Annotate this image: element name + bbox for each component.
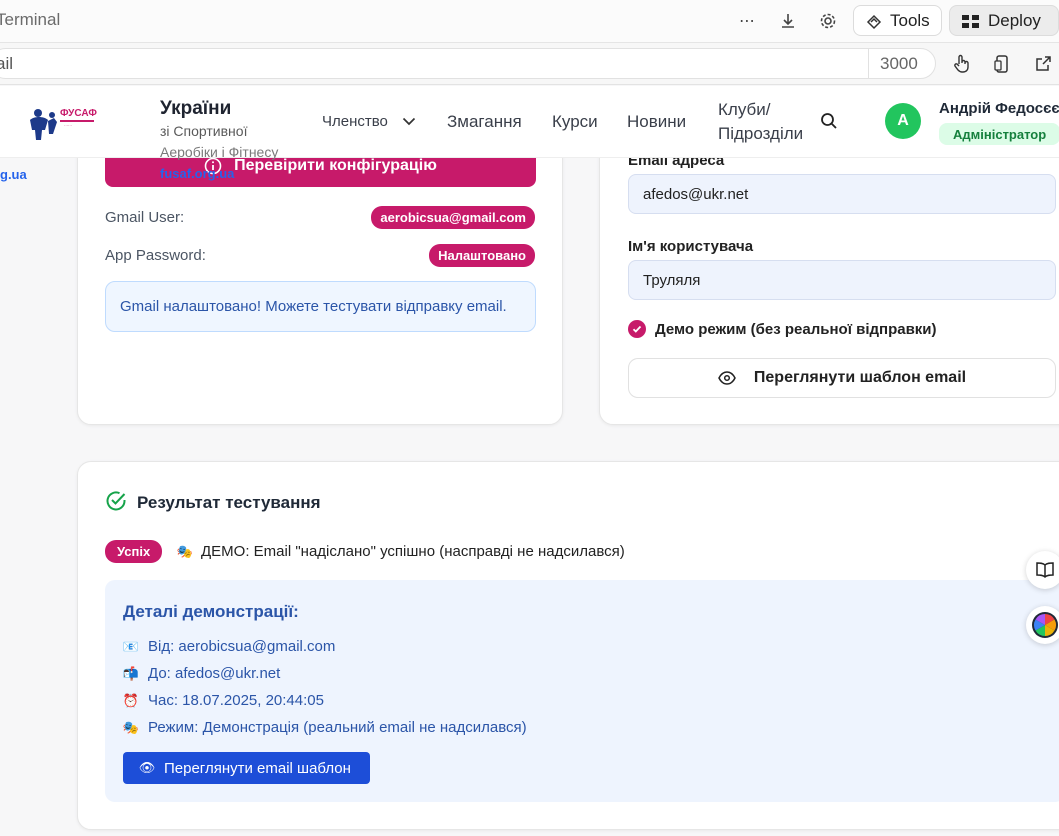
book-icon — [1036, 562, 1054, 579]
docs-book-button[interactable] — [1026, 551, 1059, 589]
email-address-input[interactable]: afedos@ukr.net — [628, 174, 1056, 214]
brand-subtitle-2: Аеробіки і Фітнесу — [160, 144, 279, 160]
username-label: Ім'я користувача — [628, 238, 754, 255]
gmail-user-badge: aerobicsua@gmail.com — [371, 206, 535, 229]
detail-time: ⏰ Час: 18.07.2025, 20:44:05 — [123, 692, 324, 709]
eye-icon — [718, 371, 736, 385]
settings-gear-icon[interactable] — [815, 8, 841, 34]
nav-clubs[interactable]: Клуби/ Підрозділи — [718, 98, 803, 146]
check-icon — [632, 325, 642, 333]
test-email-card: Email адреса afedos@ukr.net Ім'я користу… — [599, 120, 1059, 425]
demo-mode-checkbox[interactable] — [628, 320, 646, 338]
detail-from: 📧 Від: aerobicsua@gmail.com — [123, 638, 335, 655]
url-input[interactable] — [0, 48, 936, 79]
preview-template-label: Переглянути шаблон email — [753, 369, 967, 386]
nav-competitions[interactable]: Змагання — [447, 112, 522, 132]
email-from-icon: 📧 — [122, 638, 140, 654]
view-email-template-button[interactable]: 👁 Переглянути email шаблон — [123, 752, 370, 784]
download-icon[interactable] — [775, 8, 801, 34]
user-name[interactable]: Андрій Федосєєв — [939, 100, 1059, 117]
nav-membership-label: Членство — [322, 113, 388, 130]
success-badge: Успіх — [105, 540, 163, 563]
result-title: Результат тестування — [137, 493, 321, 512]
url-divider — [868, 49, 869, 79]
ide-title: Terminal — [0, 10, 61, 29]
nav-clubs-line2: Підрозділи — [718, 124, 804, 143]
deploy-label: Deploy — [988, 10, 1041, 30]
nav-clubs-line1: Клуби/ — [718, 100, 771, 119]
more-icon[interactable]: ⋯ — [734, 8, 760, 34]
detail-to-text: До: afedos@ukr.net — [148, 665, 281, 682]
deploy-button[interactable]: Deploy — [949, 5, 1059, 36]
url-text: ail — [0, 54, 14, 73]
result-status-row: 🎭 ДЕМО: Email "надіслано" успішно (наспр… — [177, 543, 625, 560]
left-fragment-link[interactable]: g.ua — [0, 167, 27, 182]
nav-news[interactable]: Новини — [627, 112, 686, 132]
avatar-letter: А — [897, 112, 909, 129]
gmail-user-label: Gmail User: — [105, 209, 185, 226]
email-address-value: afedos@ukr.net — [643, 185, 749, 203]
role-badge: Адміністратор — [939, 123, 1059, 145]
theater-masks-icon: 🎭 — [176, 543, 194, 559]
open-external-icon[interactable] — [1030, 51, 1056, 77]
color-palette-button[interactable] — [1026, 606, 1059, 644]
pointer-hand-icon[interactable] — [949, 51, 975, 77]
test-result-card: Результат тестування Успіх 🎭 ДЕМО: Email… — [77, 461, 1059, 830]
port-number[interactable]: 3000 — [880, 54, 918, 74]
brand-subtitle-1: зі Спортивної — [160, 123, 248, 139]
preview-template-button[interactable]: Переглянути шаблон email — [628, 358, 1056, 398]
eye-icon: 👁 — [138, 760, 156, 775]
fusaf-logo-icon[interactable]: ФУСАФ ······ — [26, 104, 98, 144]
alarm-clock-icon: ⏰ — [122, 692, 140, 708]
app-password-badge: Налаштовано — [429, 244, 535, 267]
gmail-status-text: Gmail налаштовано! Можете тестувати відп… — [120, 298, 507, 315]
result-status-message: ДЕМО: Email "надіслано" успішно (насправ… — [201, 543, 625, 560]
detail-mode: 🎭 Режим: Демонстрація (реальний email не… — [123, 719, 527, 736]
mailbox-icon: 📬 — [122, 665, 140, 681]
search-icon[interactable] — [820, 112, 838, 130]
detail-time-text: Час: 18.07.2025, 20:44:05 — [148, 692, 324, 709]
chevron-down-icon — [402, 117, 415, 126]
brand-link[interactable]: fusaf.org.ua — [160, 166, 234, 181]
theater-masks-icon: 🎭 — [122, 719, 140, 735]
demo-details-panel: Деталі демонстрації: 📧 Від: aerobicsua@g… — [105, 580, 1059, 802]
color-wheel-icon — [1032, 612, 1058, 638]
username-value: Труляля — [643, 271, 701, 289]
detail-to: 📬 До: afedos@ukr.net — [123, 665, 280, 682]
tools-label: Tools — [890, 10, 930, 30]
demo-mode-checkbox-row[interactable]: Демо режим (без реальної відправки) — [628, 320, 937, 338]
nav-courses[interactable]: Курси — [552, 112, 598, 132]
gmail-config-card: Перевірити конфігурацію Gmail User: aero… — [77, 120, 563, 425]
tools-icon — [866, 14, 882, 29]
detail-mode-text: Режим: Демонстрація (реальний email не н… — [148, 719, 527, 736]
gmail-status-info: Gmail налаштовано! Можете тестувати відп… — [105, 281, 536, 332]
app-password-label: App Password: — [105, 247, 206, 264]
ide-toolbar: Terminal ⋯ Tools Deploy — [0, 0, 1059, 43]
user-avatar[interactable]: А — [885, 103, 921, 139]
brand-title: України — [160, 98, 232, 119]
nav-membership[interactable]: Членство — [322, 113, 416, 130]
details-title: Деталі демонстрації: — [123, 602, 299, 621]
detail-from-text: Від: aerobicsua@gmail.com — [148, 638, 336, 655]
site-navbar: ФУСАФ ······ України зі Спортивної Членс… — [0, 86, 1059, 158]
username-input[interactable]: Труляля — [628, 260, 1056, 300]
browser-url-bar: ail 3000 — [0, 43, 1059, 85]
device-toggle-icon[interactable] — [989, 51, 1015, 77]
deploy-icon — [962, 14, 979, 28]
demo-mode-label: Демо режим (без реальної відправки) — [655, 320, 937, 338]
svg-text:ФУСАФ: ФУСАФ — [60, 108, 97, 119]
tools-button[interactable]: Tools — [853, 5, 942, 36]
view-email-template-label: Переглянути email шаблон — [164, 759, 351, 777]
svg-text:······: ······ — [64, 123, 72, 128]
check-circle-icon — [106, 491, 126, 511]
